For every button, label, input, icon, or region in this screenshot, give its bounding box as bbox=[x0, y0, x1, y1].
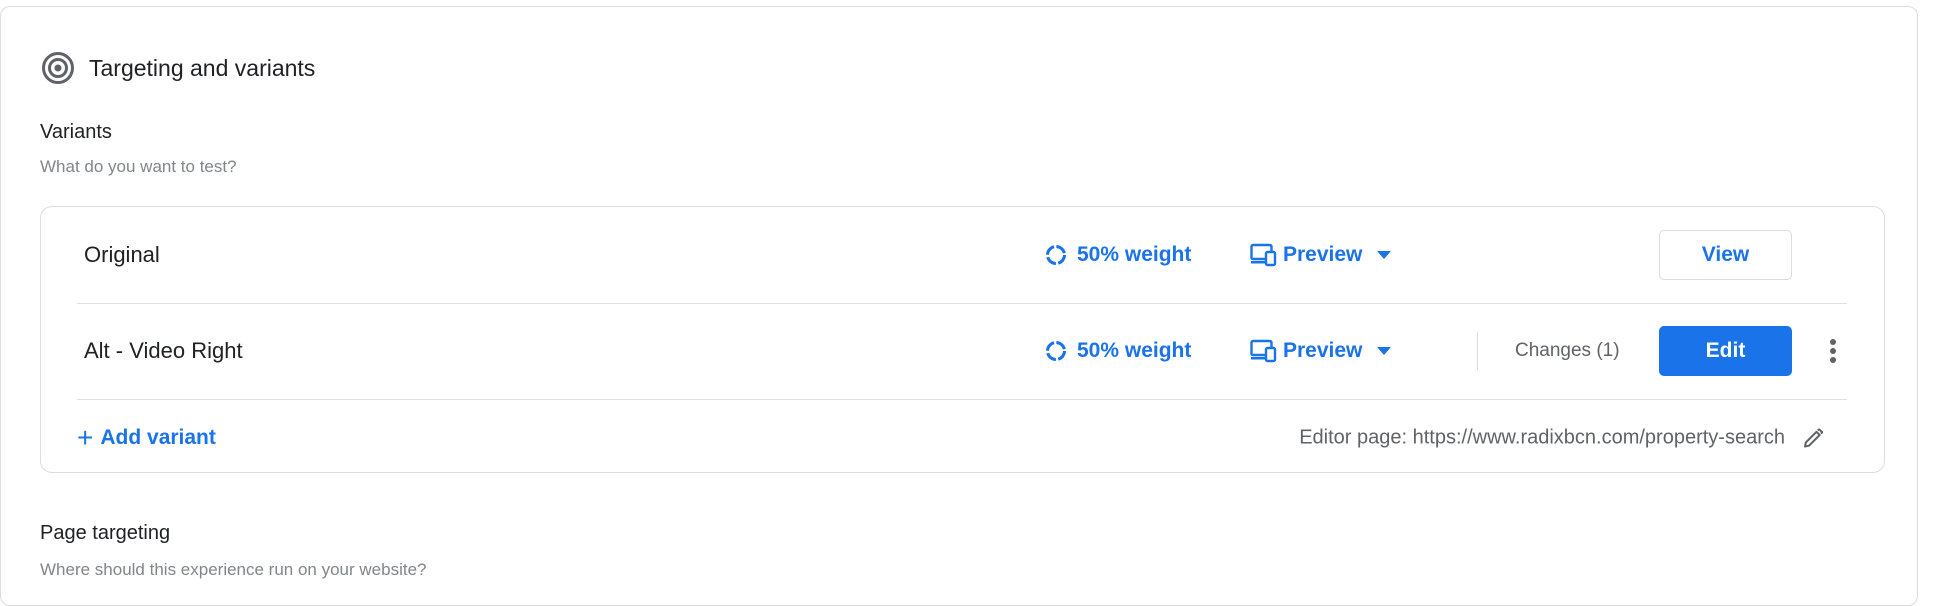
variants-footer: + Add variant Editor page: https://www.r… bbox=[77, 418, 1847, 458]
target-icon bbox=[42, 52, 74, 84]
plus-icon: + bbox=[77, 422, 94, 453]
variants-heading: Variants bbox=[40, 121, 112, 143]
preview-label: Preview bbox=[1283, 243, 1363, 266]
variants-description: What do you want to test? bbox=[40, 157, 237, 176]
variant-row-original: Original 50% weight Preview View bbox=[77, 207, 1847, 304]
view-button[interactable]: View bbox=[1659, 230, 1792, 280]
variant-name: Original bbox=[84, 242, 160, 267]
add-variant-button[interactable]: + Add variant bbox=[77, 424, 216, 452]
editor-page: Editor page: https://www.radixbcn.com/pr… bbox=[1299, 427, 1823, 450]
targeting-card: Targeting and variants Variants What do … bbox=[0, 6, 1918, 606]
chevron-down-icon bbox=[1377, 251, 1392, 259]
weight-icon bbox=[1046, 341, 1066, 361]
edit-button[interactable]: Edit bbox=[1659, 326, 1792, 376]
variant-name: Alt - Video Right bbox=[84, 338, 243, 363]
editor-page-url: Editor page: https://www.radixbcn.com/pr… bbox=[1299, 426, 1785, 449]
changes-link[interactable]: Changes (1) bbox=[1515, 340, 1620, 362]
variant-row-alt: Alt - Video Right 50% weight Preview Cha… bbox=[77, 303, 1847, 400]
preview-label: Preview bbox=[1283, 339, 1363, 362]
chevron-down-icon bbox=[1377, 347, 1392, 355]
vertical-divider bbox=[1477, 332, 1478, 370]
pencil-icon[interactable] bbox=[1803, 428, 1823, 448]
section-title: Targeting and variants bbox=[89, 54, 316, 81]
more-options-button[interactable] bbox=[1823, 336, 1843, 366]
devices-icon bbox=[1250, 243, 1277, 267]
page-targeting-description: Where should this experience run on your… bbox=[40, 560, 427, 579]
weight-label: 50% weight bbox=[1077, 339, 1192, 362]
variants-list: Original 50% weight Preview View Alt - V… bbox=[40, 206, 1885, 473]
weight-label: 50% weight bbox=[1077, 243, 1192, 266]
weight-button[interactable]: 50% weight bbox=[1045, 339, 1191, 363]
weight-button[interactable]: 50% weight bbox=[1045, 243, 1191, 267]
weight-icon bbox=[1046, 245, 1066, 265]
preview-dropdown[interactable]: Preview bbox=[1250, 339, 1392, 363]
more-vert-icon bbox=[1830, 339, 1836, 363]
section-header: Targeting and variants bbox=[41, 51, 315, 85]
preview-dropdown[interactable]: Preview bbox=[1250, 243, 1392, 267]
add-variant-label: Add variant bbox=[100, 426, 216, 449]
devices-icon bbox=[1250, 339, 1277, 363]
page-targeting-heading: Page targeting bbox=[40, 522, 171, 544]
